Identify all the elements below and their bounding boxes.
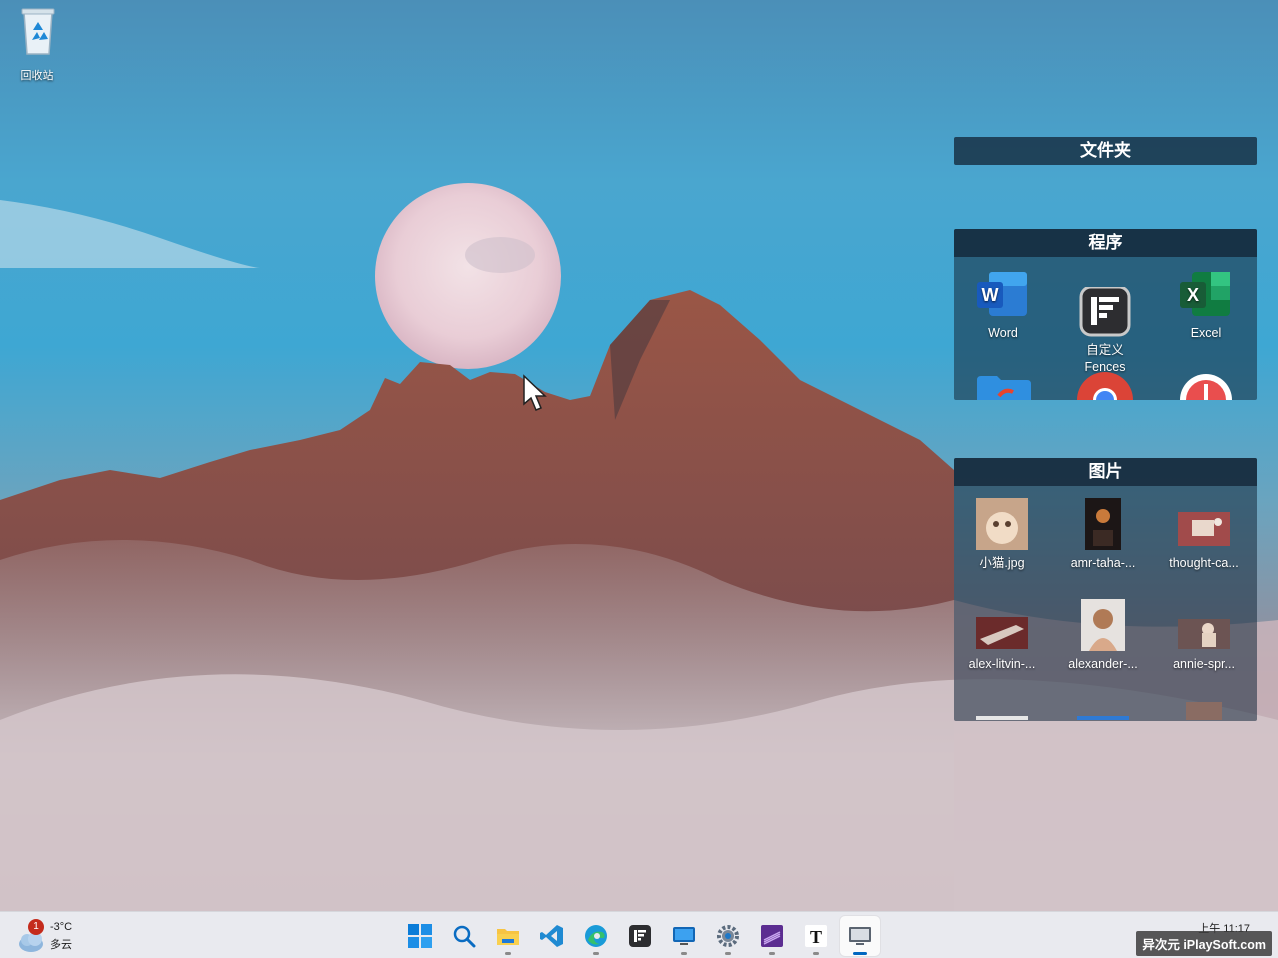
running-indicator — [725, 952, 731, 955]
search-button[interactable] — [444, 916, 484, 956]
watermark: 异次元 iPlaySoft.com — [1136, 931, 1272, 956]
svg-text:T: T — [810, 927, 822, 947]
settings-icon — [717, 925, 739, 947]
running-indicator — [505, 952, 511, 955]
fences-icon — [1079, 285, 1131, 337]
program-music[interactable] — [1158, 370, 1254, 400]
running-indicator — [593, 952, 599, 955]
weather-temperature: -3°C — [50, 921, 73, 933]
fences-icon — [629, 925, 651, 947]
weather-widget[interactable]: 1 -3°C 多云 — [14, 918, 84, 954]
word-icon: W — [977, 272, 1027, 316]
picture-label: thought-ca... — [1169, 556, 1239, 570]
recycle-bin-label: 回收站 — [20, 70, 54, 82]
notification-badge: 1 — [28, 919, 44, 935]
picture-item[interactable] — [1055, 700, 1151, 721]
fence-folder-title[interactable]: 文件夹 — [954, 137, 1257, 165]
picture-item[interactable]: amr-taha-... — [1055, 498, 1151, 572]
vscode-button[interactable] — [532, 916, 572, 956]
display-switch-icon — [849, 927, 871, 945]
chrome-icon — [1077, 372, 1133, 400]
image-thumbnail — [1081, 599, 1125, 651]
typora-icon: T — [805, 925, 827, 947]
picture-label: 小猫.jpg — [979, 556, 1025, 570]
picture-item[interactable]: alex-litvin-... — [954, 599, 1050, 673]
image-thumbnail — [1178, 619, 1230, 649]
image-thumbnail — [1085, 498, 1121, 550]
display-switch-button[interactable] — [840, 916, 880, 956]
recycle-bin-icon — [21, 8, 55, 55]
taskbar: 1 -3°C 多云 T 上午 11:17 异次元 iPlaySoft.com — [0, 911, 1278, 958]
fence-pictures[interactable]: 图片 小猫.jpg amr-taha-... thought-ca... ale… — [954, 458, 1257, 721]
picture-item[interactable]: 小猫.jpg — [954, 498, 1050, 572]
visual-studio-button[interactable] — [752, 916, 792, 956]
picture-item[interactable]: alexander-... — [1055, 599, 1151, 673]
image-thumbnail — [1178, 512, 1230, 546]
picture-item[interactable] — [1156, 700, 1252, 721]
settings-button[interactable] — [708, 916, 748, 956]
weather-condition: 多云 — [50, 939, 72, 951]
active-indicator — [853, 952, 867, 955]
program-label: Word — [988, 326, 1018, 340]
picture-label: alex-litvin-... — [968, 657, 1036, 671]
fence-programs[interactable]: 程序 W Word 自定义 Fences X Excel — [954, 229, 1257, 400]
start-icon — [408, 924, 432, 948]
edge-button[interactable] — [576, 916, 616, 956]
image-thumbnail — [976, 617, 1028, 649]
edge-icon — [585, 925, 607, 947]
fence-pictures-title[interactable]: 图片 — [954, 458, 1257, 486]
program-excel[interactable]: X Excel — [1158, 270, 1254, 342]
image-thumbnail — [976, 716, 1028, 720]
picture-item[interactable] — [954, 700, 1050, 721]
program-chrome[interactable] — [1057, 370, 1153, 400]
visual-studio-icon — [761, 925, 783, 947]
image-thumbnail — [1186, 702, 1222, 720]
running-indicator — [769, 952, 775, 955]
picture-item[interactable]: thought-ca... — [1156, 498, 1252, 572]
running-indicator — [681, 952, 687, 955]
remote-desktop-icon — [673, 927, 695, 945]
remote-desktop-button[interactable] — [664, 916, 704, 956]
picture-label: annie-spr... — [1173, 657, 1235, 671]
mouse-cursor-icon — [523, 374, 547, 411]
file-explorer-button[interactable] — [488, 916, 528, 956]
fence-programs-title[interactable]: 程序 — [954, 229, 1257, 257]
image-thumbnail — [976, 498, 1028, 550]
svg-text:W: W — [982, 285, 999, 305]
picture-label: alexander-... — [1068, 657, 1138, 671]
program-label: Excel — [1190, 326, 1222, 340]
typora-button[interactable]: T — [796, 916, 836, 956]
program-word[interactable]: W Word — [955, 270, 1051, 342]
start-button[interactable] — [400, 916, 440, 956]
excel-icon: X — [1180, 272, 1230, 316]
picture-label: amr-taha-... — [1070, 556, 1136, 570]
vscode-icon — [540, 925, 563, 947]
running-indicator — [813, 952, 819, 955]
image-thumbnail — [1077, 716, 1129, 720]
fence-folder[interactable]: 文件夹 — [954, 137, 1257, 165]
svg-text:X: X — [1187, 285, 1199, 305]
search-icon — [453, 925, 476, 948]
program-folder-shortcut[interactable] — [955, 370, 1051, 400]
fences-taskbar-button[interactable] — [620, 916, 660, 956]
picture-item[interactable]: annie-spr... — [1156, 599, 1252, 673]
folder-shortcut-icon — [977, 376, 1031, 400]
file-explorer-icon — [497, 929, 519, 945]
music-icon — [1180, 374, 1232, 400]
recycle-bin[interactable]: 回收站 — [8, 4, 66, 84]
